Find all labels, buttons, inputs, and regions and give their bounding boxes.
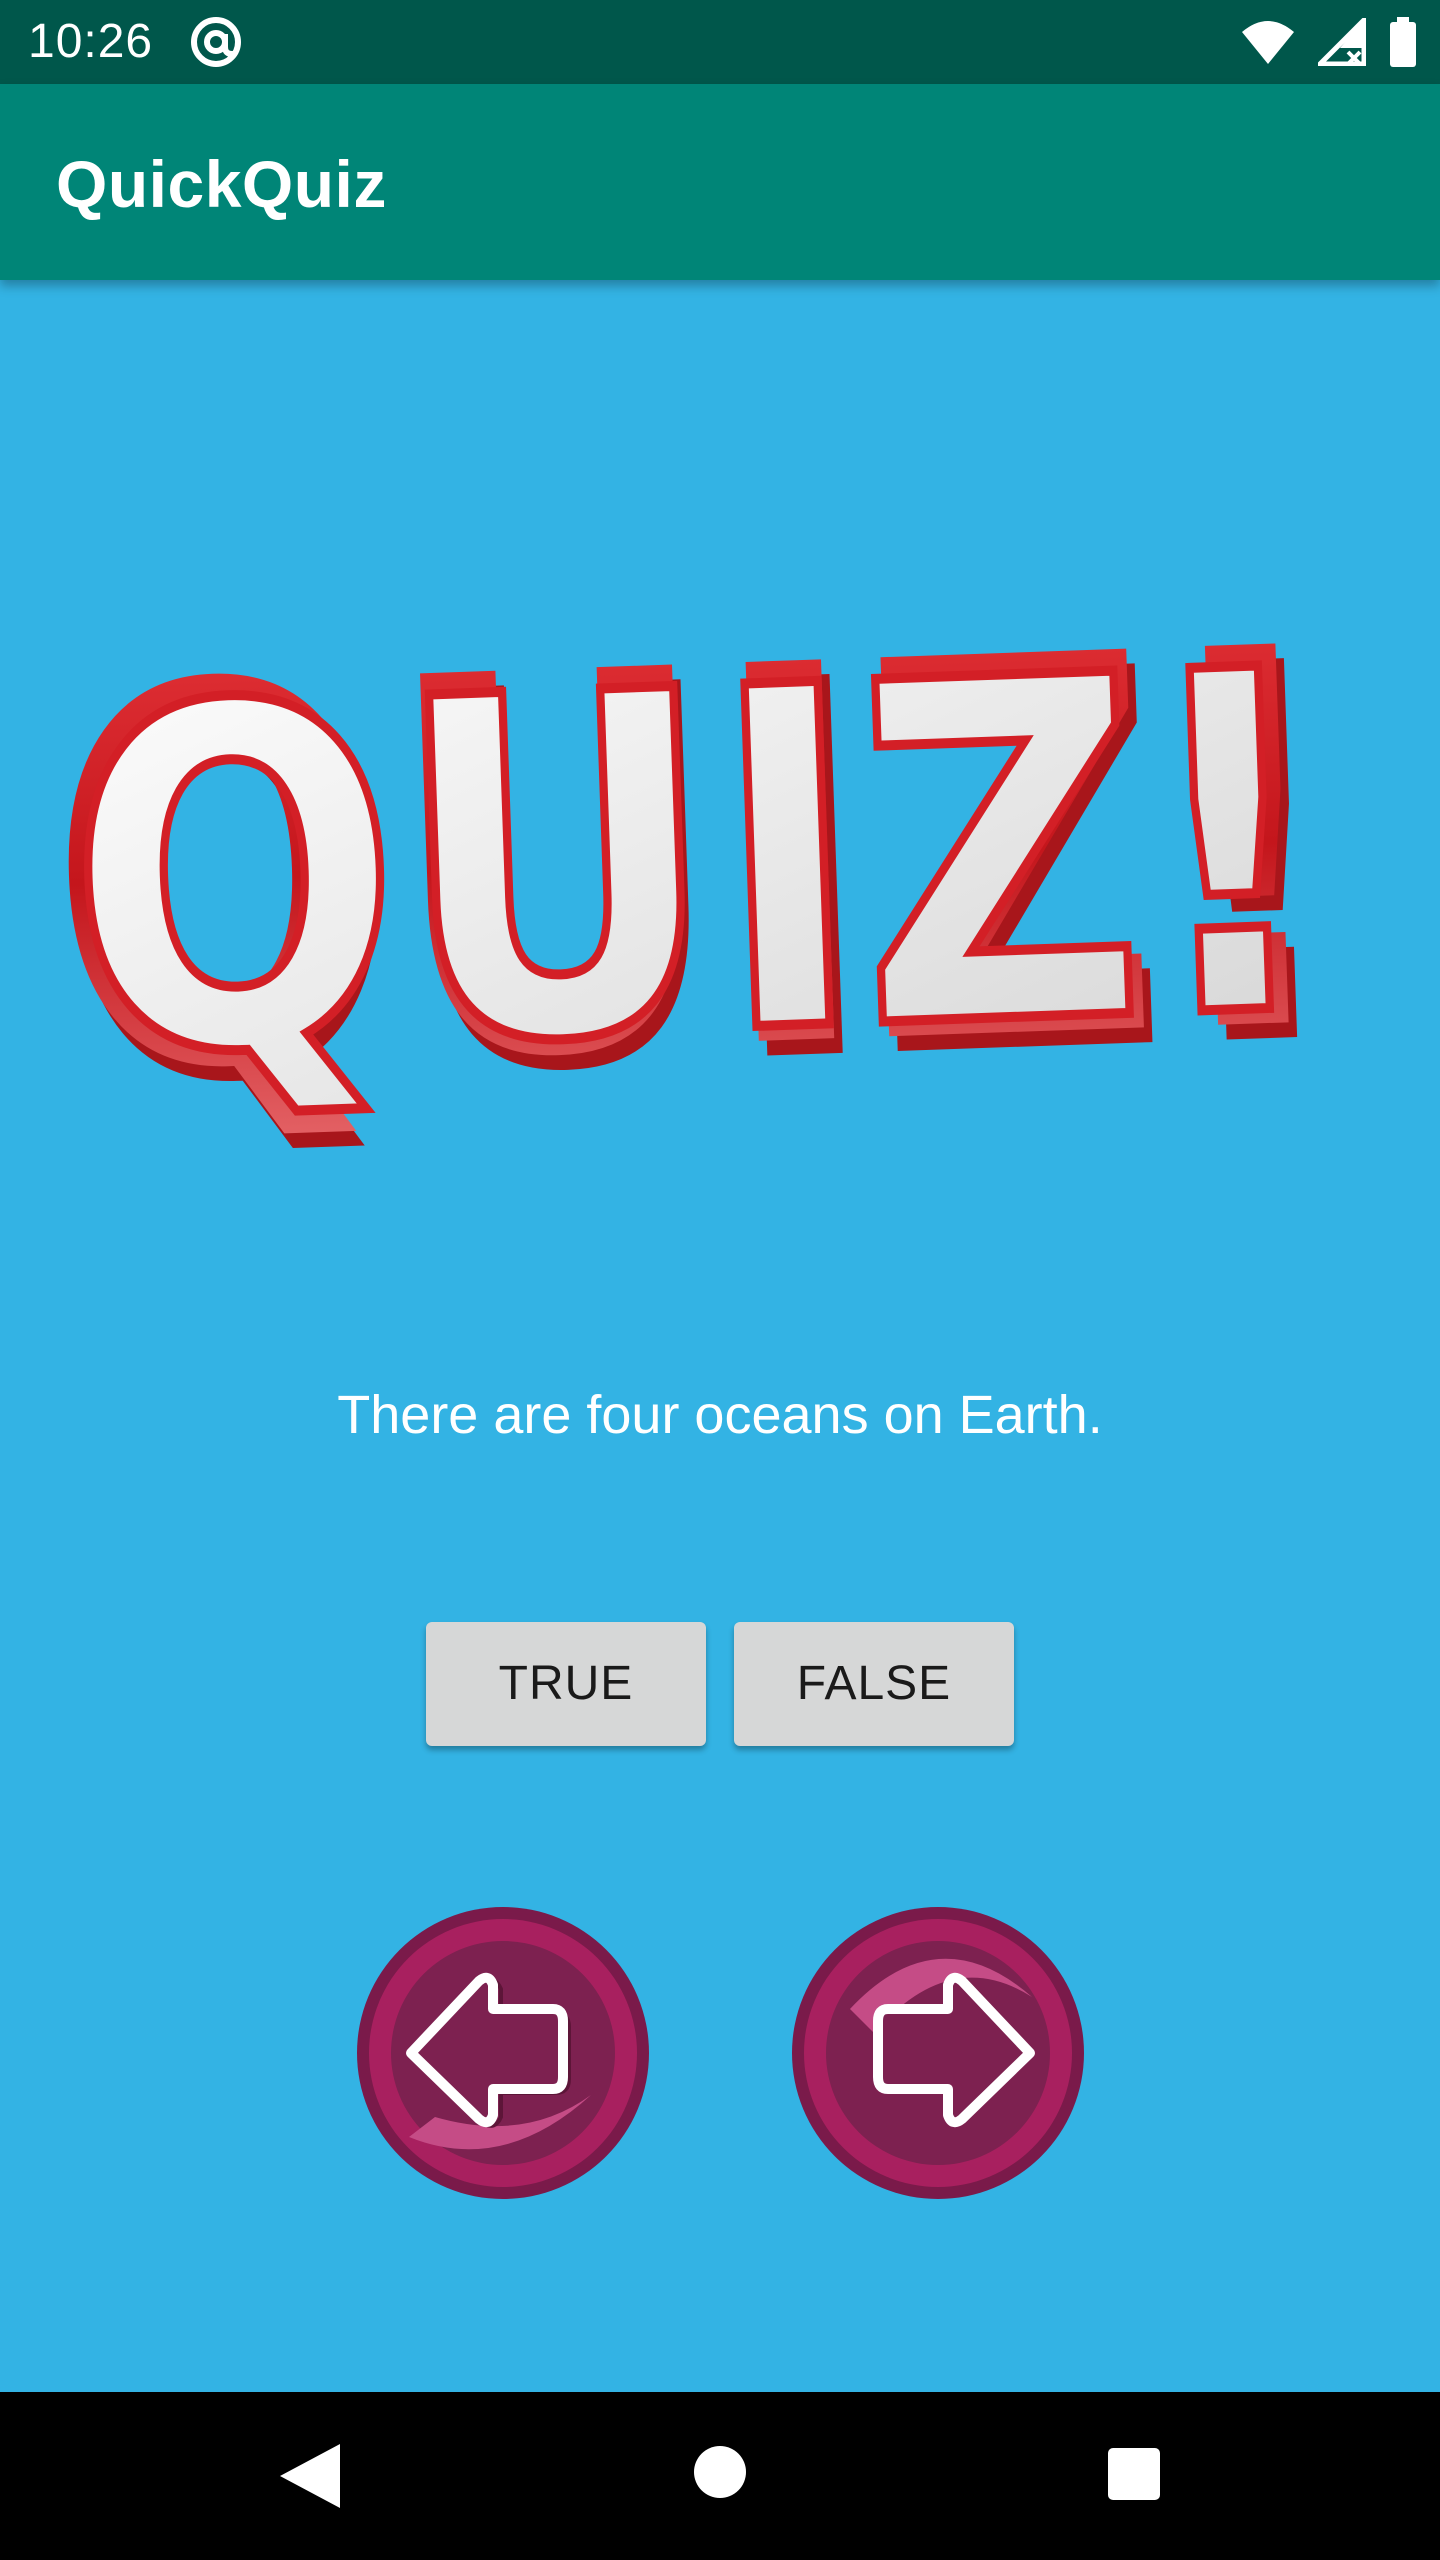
wifi-icon	[1242, 21, 1294, 64]
at-sign-icon	[191, 17, 241, 67]
quiz-logo-image: QUIZ! QUIZ! QUIZ!	[50, 600, 1358, 1160]
next-button[interactable]	[790, 1905, 1086, 2201]
arrow-right-icon	[792, 1907, 1084, 2199]
status-icons	[1240, 16, 1418, 68]
app-title: QuickQuiz	[56, 147, 387, 221]
recent-apps-icon[interactable]	[1108, 2448, 1160, 2500]
false-button[interactable]: FALSE	[734, 1622, 1014, 1746]
arrow-left-icon	[357, 1907, 649, 2199]
battery-icon	[1390, 17, 1416, 67]
status-bar: 10:26	[0, 0, 1440, 84]
back-icon[interactable]	[270, 2436, 350, 2516]
status-time: 10:26	[28, 15, 154, 68]
question-text: There are four oceans on Earth.	[337, 1385, 1103, 1445]
svg-text:QUIZ!: QUIZ!	[60, 600, 1328, 1160]
true-button[interactable]: TRUE	[426, 1622, 706, 1746]
system-navigation-bar	[0, 2392, 1440, 2560]
signal-icon	[1318, 18, 1366, 66]
app-bar: QuickQuiz	[0, 84, 1440, 280]
home-icon[interactable]	[694, 2446, 746, 2498]
previous-button[interactable]	[355, 1905, 651, 2201]
